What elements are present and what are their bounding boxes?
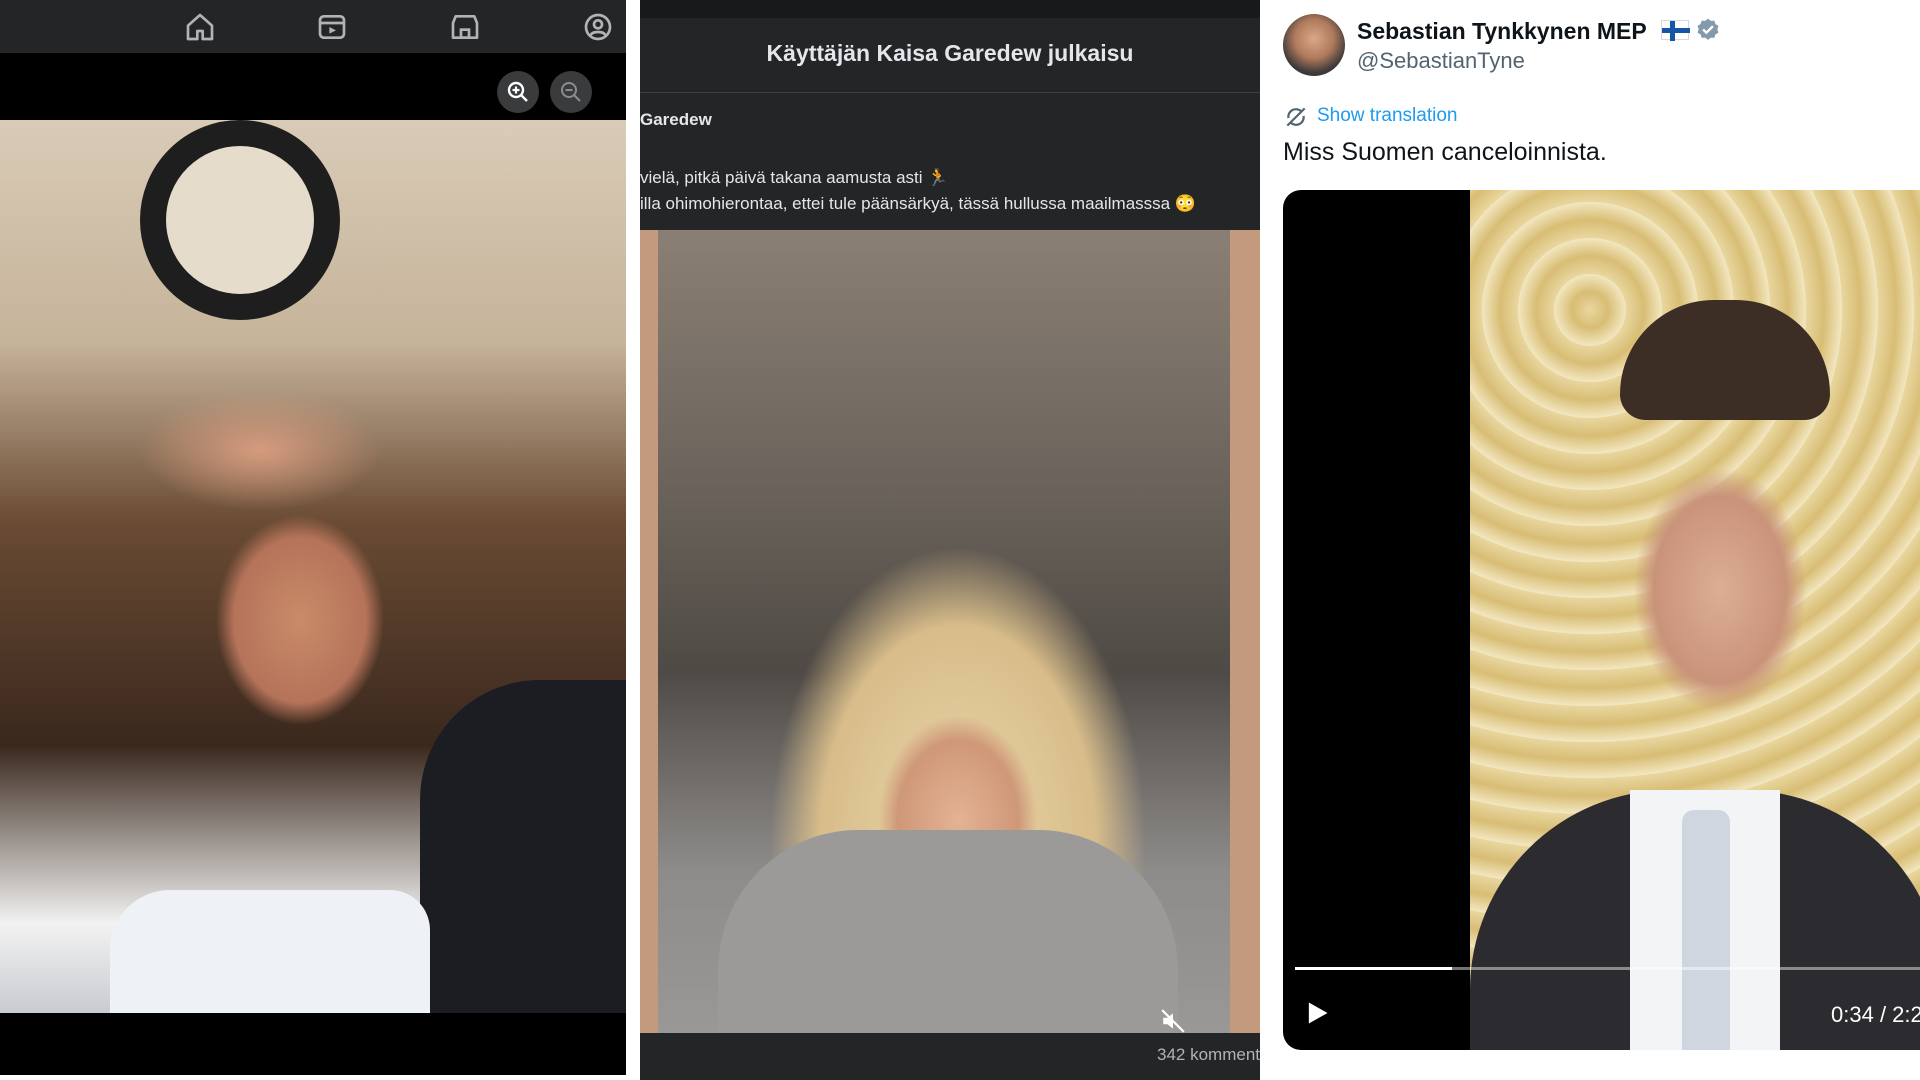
video-subject-hair: [1620, 300, 1830, 420]
show-translation-link[interactable]: Show translation: [1317, 105, 1457, 127]
verified-badge-icon: [1697, 18, 1719, 40]
user-handle[interactable]: @SebastianTyne: [1357, 48, 1525, 74]
zoom-out-icon: [561, 82, 581, 102]
display-name[interactable]: Sebastian Tynkkynen MEP: [1357, 18, 1647, 45]
video-icon[interactable]: [316, 11, 348, 43]
profile-icon[interactable]: [582, 11, 614, 43]
dialog-top-strip: [640, 0, 1260, 18]
zoom-out-button[interactable]: [550, 71, 592, 113]
tweet-text: Miss Suomen canceloinnista.: [1283, 138, 1607, 166]
avatar[interactable]: [1283, 14, 1345, 76]
facebook-top-nav: [0, 0, 626, 53]
post-text-line-1: vielä, pitkä päivä takana aamusta asti 🏃: [640, 168, 949, 187]
comment-count[interactable]: 342 komment: [1157, 1045, 1260, 1065]
post-video[interactable]: [658, 230, 1230, 1033]
video-progress-fill: [1295, 967, 1453, 970]
finland-flag-icon: [1661, 20, 1690, 41]
facebook-photo-viewer: [0, 0, 626, 1075]
post-photo: [0, 120, 626, 1013]
marketplace-icon[interactable]: [449, 11, 481, 43]
post-author[interactable]: Garedew: [640, 110, 712, 130]
wall-decoration: [140, 120, 340, 320]
photo-shirt: [110, 890, 430, 1013]
zoom-in-icon: [507, 81, 528, 102]
video-sweater: [718, 830, 1178, 1033]
viewer-bottom-bar: [0, 1013, 626, 1075]
zoom-in-button[interactable]: [497, 71, 539, 113]
play-icon[interactable]: [1303, 998, 1331, 1028]
photo-jacket: [420, 680, 626, 1013]
mute-icon[interactable]: [1160, 1008, 1186, 1034]
title-divider: [640, 92, 1260, 93]
dialog-title: Käyttäjän Kaisa Garedew julkaisu: [766, 40, 1134, 66]
twitter-post: Sebastian Tynkkynen MEP @SebastianTyne S…: [1260, 0, 1920, 1080]
tweet-video-player[interactable]: 0:34 / 2:20: [1283, 190, 1920, 1050]
translate-icon[interactable]: [1283, 104, 1309, 130]
video-subject-tie: [1682, 810, 1730, 1050]
video-frame: [1470, 190, 1920, 1050]
video-time: 0:34 / 2:20: [1831, 1002, 1920, 1027]
post-text-line-2: illa ohimohierontaa, ettei tule päänsärk…: [640, 194, 1197, 213]
facebook-post-dialog: Käyttäjän Kaisa Garedew julkaisu Garedew…: [640, 0, 1260, 1080]
home-icon[interactable]: [184, 11, 216, 43]
